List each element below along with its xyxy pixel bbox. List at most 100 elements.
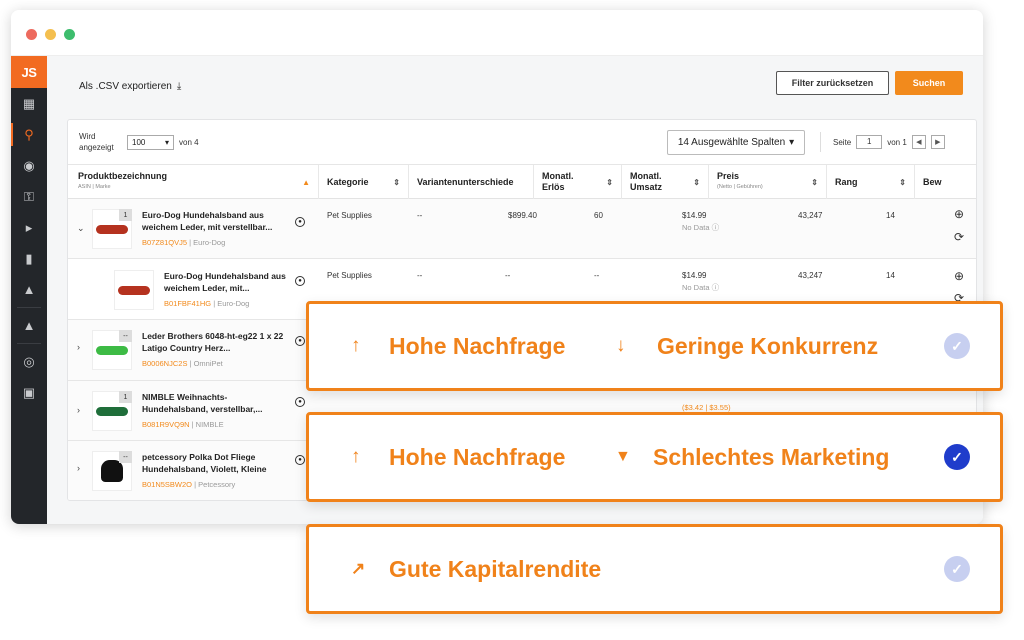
- asin-link[interactable]: B081R9VQ9N: [142, 420, 190, 429]
- add-icon[interactable]: ⊕: [954, 269, 964, 283]
- bad-marketing-label: Schlechtes Marketing: [653, 443, 890, 470]
- chevron-right-icon[interactable]: ›: [77, 342, 80, 352]
- caret-down-icon: ▾: [789, 137, 795, 148]
- chevron-right-icon[interactable]: ›: [77, 405, 80, 415]
- price-sub-cell: No Data ⓘ: [682, 223, 720, 232]
- collar-image: [118, 285, 150, 295]
- binoculars-icon[interactable]: ◉: [11, 150, 47, 181]
- asin-link[interactable]: B01N5SBW2O: [142, 480, 192, 489]
- price-sub-cell: ($3.42 | $3.55): [682, 403, 731, 412]
- page-input[interactable]: 1: [856, 135, 883, 149]
- asin-brand: B081R9VQ9N | NIMBLE: [142, 420, 224, 429]
- header-rank[interactable]: Rang ⇕: [826, 165, 914, 199]
- trend-chart-icon: ↗: [351, 559, 366, 578]
- columns-label: 14 Ausgewählte Spalten: [677, 137, 786, 148]
- product-image: --: [92, 451, 132, 491]
- user-icon[interactable]: ●: [295, 276, 305, 286]
- user-icon[interactable]: ●: [295, 336, 305, 346]
- dog-image: [101, 460, 123, 482]
- close-window-button[interactable]: [26, 29, 37, 40]
- sort-icon: ⇕: [393, 177, 400, 187]
- next-page-button[interactable]: ▶: [930, 135, 945, 149]
- info-icon: ⓘ: [711, 223, 720, 232]
- globe-icon[interactable]: ◎: [11, 346, 47, 377]
- reset-filter-button[interactable]: Filter zurücksetzen: [776, 71, 889, 95]
- table-controls: Wird angezeigt 100 ▾ von 4 14 Ausgewählte…: [68, 120, 976, 165]
- collar-image: [96, 224, 128, 234]
- download-icon: ⤓: [176, 81, 182, 92]
- asin-link[interactable]: B0006NJC2S: [142, 359, 187, 368]
- sort-icon: ⇕: [693, 177, 700, 187]
- header-category[interactable]: Kategorie ⇕: [318, 165, 408, 199]
- insight-card-demand-competition: ↑ Hohe Nachfrage ↓ Geringe Konkurrenz ✓: [306, 301, 1003, 391]
- sort-icon: ⇕: [899, 177, 906, 187]
- export-label: Als .CSV exportieren: [79, 81, 172, 92]
- chevron-down-icon[interactable]: ⌄: [77, 223, 85, 234]
- maximize-window-button[interactable]: [64, 29, 75, 40]
- cart-icon[interactable]: ▣: [11, 377, 47, 408]
- title-bar: [11, 10, 983, 56]
- add-icon[interactable]: ⊕: [954, 207, 964, 221]
- product-name[interactable]: NIMBLE Weihnachts-Hundehalsband, verstel…: [142, 391, 292, 415]
- user-icon[interactable]: ●: [295, 397, 305, 407]
- minimize-window-button[interactable]: [45, 29, 56, 40]
- asin-brand: B01FBF41HG | Euro-Dog: [164, 299, 250, 308]
- total-label: von 4: [179, 138, 199, 147]
- collar-image: [96, 406, 128, 416]
- sort-asc-icon: ▲: [302, 177, 310, 187]
- table-header: Produktbezeichnung ASIN | Marke ▲ Kategor…: [68, 165, 976, 199]
- product-name[interactable]: petcessory Polka Dot Fliege Hundehalsban…: [142, 451, 292, 475]
- header-variants[interactable]: Variantenunterschiede: [408, 165, 533, 199]
- user-icon[interactable]: ●: [295, 217, 305, 227]
- low-competition-label: Geringe Konkurrenz: [657, 332, 879, 359]
- check-circle-icon[interactable]: ✓: [944, 333, 970, 359]
- app-logo[interactable]: JS: [11, 56, 47, 88]
- pagination: Seite 1 von 1 ◀ ▶: [820, 132, 945, 152]
- header-rating[interactable]: Bew: [914, 165, 976, 199]
- product-image: [114, 270, 154, 310]
- store-icon[interactable]: ▦: [11, 88, 47, 119]
- graduation-cap-icon[interactable]: ▲: [11, 310, 47, 341]
- product-name[interactable]: Euro-Dog Hundehalsband aus weichem Leder…: [142, 209, 292, 233]
- megaphone-icon[interactable]: ▸: [11, 212, 47, 243]
- shown-label: Wird angezeigt: [79, 132, 114, 152]
- info-icon: ⓘ: [711, 283, 720, 292]
- graduation-cap-icon[interactable]: ▲: [11, 274, 47, 305]
- sidebar-divider: [17, 343, 41, 344]
- arrow-up-icon: ↑: [351, 446, 361, 467]
- category-cell: Pet Supplies: [327, 211, 372, 220]
- revenue-cell: $899.40: [508, 211, 537, 220]
- search-icon[interactable]: ⚲: [11, 119, 47, 150]
- header-product[interactable]: Produktbezeichnung ASIN | Marke ▲: [68, 165, 318, 199]
- table-row[interactable]: ⌄ 1 Euro-Dog Hundehalsband aus weichem L…: [68, 199, 976, 259]
- check-circle-icon[interactable]: ✓: [944, 556, 970, 582]
- product-image: 1: [92, 209, 132, 249]
- per-page-value: 100: [132, 138, 146, 147]
- key-icon[interactable]: ⚿: [11, 181, 47, 212]
- columns-select[interactable]: 14 Ausgewählte Spalten ▾: [667, 130, 805, 155]
- variant-count-badge: --: [119, 451, 132, 463]
- product-name[interactable]: Leder Brothers 6048-ht-eg22 1 x 22 Latig…: [142, 330, 292, 354]
- product-image: --: [92, 330, 132, 370]
- asin-link[interactable]: B01FBF41HG: [164, 299, 211, 308]
- header-revenue[interactable]: Monatl. Erlös ⇕: [533, 165, 621, 199]
- price-sub-cell: No Data ⓘ: [682, 283, 720, 292]
- sales-cell: --: [594, 271, 600, 280]
- header-sales[interactable]: Monatl. Umsatz ⇕: [621, 165, 708, 199]
- sidebar-divider: [17, 307, 41, 308]
- search-button[interactable]: Suchen: [895, 71, 963, 95]
- chart-bars-icon[interactable]: ▮: [11, 243, 47, 274]
- user-icon[interactable]: ●: [295, 455, 305, 465]
- header-price[interactable]: Preis (Netto | Gebühren) ⇕: [708, 165, 826, 199]
- high-demand-label: Hohe Nachfrage: [389, 443, 566, 470]
- check-circle-icon[interactable]: ✓: [944, 444, 970, 470]
- refresh-icon[interactable]: ⟳: [954, 230, 964, 244]
- per-page-select[interactable]: 100 ▾: [127, 135, 174, 150]
- asin-link[interactable]: B07Z81QVJ5: [142, 238, 187, 247]
- export-csv-link[interactable]: Als .CSV exportieren ⤓: [79, 81, 181, 92]
- chevron-right-icon[interactable]: ›: [77, 463, 80, 473]
- thumbs-down-icon: ▼: [615, 448, 631, 465]
- product-name[interactable]: Euro-Dog Hundehalsband aus weichem Leder…: [164, 270, 289, 294]
- prev-page-button[interactable]: ◀: [911, 135, 926, 149]
- caret-down-icon: ▾: [164, 138, 169, 147]
